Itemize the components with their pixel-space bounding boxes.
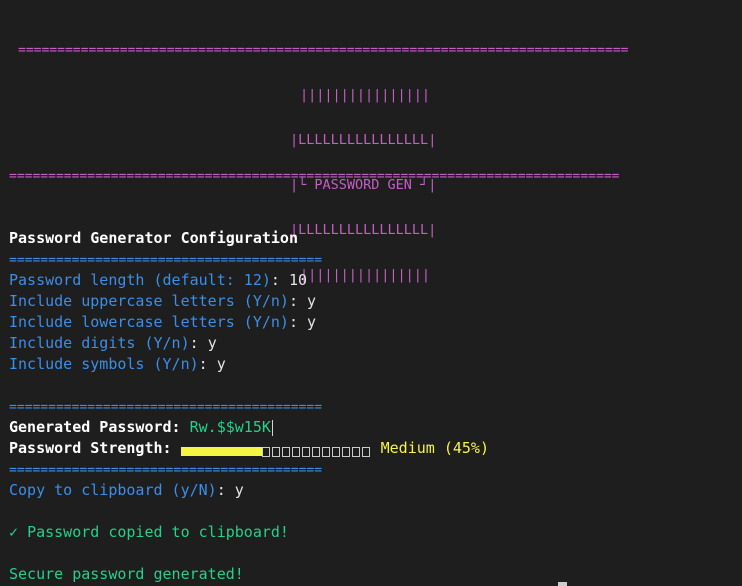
prompt-lowercase: Include lowercase letters (Y/n): y <box>9 313 317 331</box>
prompt-clipboard: Copy to clipboard (y/N): y <box>9 481 244 499</box>
prompt-uppercase-label: Include uppercase letters (Y/n) <box>9 292 289 310</box>
strength-meter-empty-segment <box>281 446 290 457</box>
strength-meter-fill <box>180 447 262 456</box>
prompt-symbols-label: Include symbols (Y/n) <box>9 355 199 373</box>
password-strength-label: Password Strength: <box>9 439 172 457</box>
generated-password-label: Generated Password: <box>9 418 181 436</box>
banner-bottom-rule: ========================================… <box>9 170 620 183</box>
strength-meter-empty-segment <box>361 446 370 457</box>
prompt-clipboard-answer: y <box>234 481 244 499</box>
password-strength-row: Password Strength: Medium (45%) <box>9 438 489 459</box>
strength-meter-empty-segment <box>341 446 350 457</box>
generated-password-value[interactable]: Rw.$$w15K <box>190 418 271 436</box>
banner-top-rule: ========================================… <box>18 44 629 57</box>
banner-top-bars: |||||||||||||||| <box>300 87 431 103</box>
checkmark-icon: ✓ <box>9 523 19 541</box>
result-rule-bottom: ======================================== <box>9 464 323 477</box>
strength-meter-empty-segment <box>311 446 320 457</box>
prompt-digits-answer: y <box>207 334 217 352</box>
banner-bottom-bars: |||||||||||||||| <box>300 267 431 283</box>
strength-meter-empty-segment <box>291 446 300 457</box>
config-heading: Password Generator Configuration <box>9 229 298 247</box>
text-cursor <box>271 419 273 436</box>
prompt-length-label: Password length (default: 12) <box>9 271 271 289</box>
strength-meter-empty-segment <box>271 446 280 457</box>
prompt-uppercase: Include uppercase letters (Y/n): y <box>9 292 317 310</box>
prompt-length: Password length (default: 12): 10 <box>9 271 308 289</box>
prompt-digits: Include digits (Y/n): y <box>9 334 217 352</box>
strength-meter <box>180 441 372 457</box>
terminal-window[interactable]: ========================================… <box>0 0 742 586</box>
prompt-lowercase-label: Include lowercase letters (Y/n) <box>9 313 289 331</box>
copied-message-row: ✓ Password copied to clipboard! <box>9 522 289 543</box>
strength-meter-empty-segment <box>351 446 360 457</box>
strength-meter-empty-segment <box>331 446 340 457</box>
generated-password-row: Generated Password: Rw.$$w15K <box>9 417 273 438</box>
final-message: Secure password generated! <box>9 565 244 583</box>
prompt-symbols: Include symbols (Y/n): y <box>9 355 226 373</box>
prompt-symbols-answer: y <box>216 355 226 373</box>
prompt-digits-label: Include digits (Y/n) <box>9 334 190 352</box>
prompt-length-answer: 10 <box>288 271 308 289</box>
config-rule-top: ======================================== <box>9 254 323 267</box>
banner-under-title: |LLLLLLLLLLLLLLLL| <box>290 222 437 238</box>
copied-message: Password copied to clipboard! <box>27 523 289 541</box>
strength-meter-empty-segment <box>321 446 330 457</box>
strength-text: Medium (45%) <box>380 439 489 457</box>
prompt-lowercase-answer: y <box>307 313 317 331</box>
strength-meter-empty-segment <box>261 446 270 457</box>
prompt-uppercase-answer: y <box>307 292 317 310</box>
prompt-clipboard-label: Copy to clipboard (y/N) <box>9 481 217 499</box>
strength-meter-empty-segment <box>301 446 310 457</box>
terminal-cursor <box>558 582 567 586</box>
banner-under-bars: |LLLLLLLLLLLLLLLL| <box>290 132 437 148</box>
banner-art: |||||||||||||||| |LLLLLLLLLLLLLLLL| |└ P… <box>290 58 436 313</box>
result-rule-top: ======================================== <box>9 401 323 414</box>
